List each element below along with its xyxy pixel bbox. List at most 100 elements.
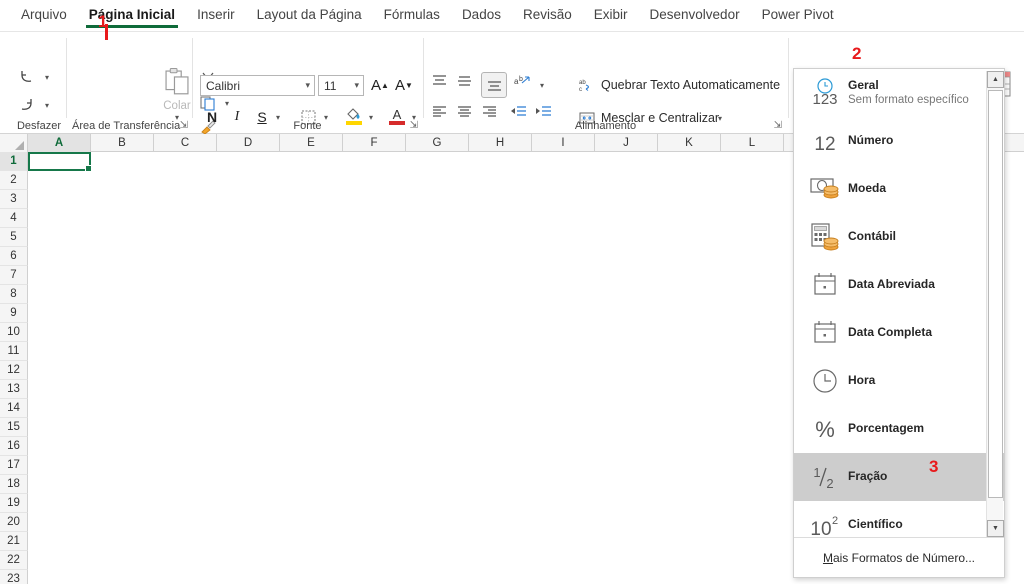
column-header-E[interactable]: E [280,134,343,152]
row-header-7[interactable]: 7 [0,266,28,285]
wrap-text-button[interactable]: ab c Quebrar Texto Automaticamente [575,74,784,96]
number-format-dropdown: 123 Geral Sem formato específico 12 Núme… [793,68,1005,578]
column-header-H[interactable]: H [469,134,532,152]
orientation-dropdown-button[interactable]: ▾ [536,76,548,94]
dropdown-item-title: Fração [848,469,888,484]
decrease-font-size-button[interactable]: A ▼ [393,74,415,96]
dropdown-item-data-completa[interactable]: Data Completa [794,309,1004,357]
more-number-formats-button[interactable]: Mais Formatos de Número... [794,537,1004,577]
tab-pagina-inicial[interactable]: Página Inicial [78,3,186,28]
row-header-14[interactable]: 14 [0,399,28,418]
align-bottom-button[interactable] [481,72,507,98]
row-header-20[interactable]: 20 [0,513,28,532]
scrollbar-thumb[interactable] [988,90,1003,498]
select-all-corner[interactable] [0,134,28,152]
row-header-16[interactable]: 16 [0,437,28,456]
redo-button[interactable] [14,94,40,116]
column-header-K[interactable]: K [658,134,721,152]
row-header-11[interactable]: 11 [0,342,28,361]
selected-cell-a1[interactable] [28,152,92,172]
more-formats-accel: M [822,550,833,565]
scroll-up-arrow-icon[interactable]: ▲ [987,71,1004,88]
dropdown-item-hora[interactable]: Hora [794,357,1004,405]
clipboard-dialog-launcher[interactable]: ⇲ [180,120,188,131]
number-format-list: 123 Geral Sem formato específico 12 Núme… [794,69,1004,539]
column-header-B[interactable]: B [91,134,154,152]
dropdown-item-data-abreviada[interactable]: Data Abreviada [794,261,1004,309]
column-header-D[interactable]: D [217,134,280,152]
row-header-21[interactable]: 21 [0,532,28,551]
row-header-18[interactable]: 18 [0,475,28,494]
redo-arrow-icon [21,99,32,110]
row-header-13[interactable]: 13 [0,380,28,399]
tab-layout-da-pagina[interactable]: Layout da Página [246,3,373,28]
tab-dados[interactable]: Dados [451,3,512,28]
svg-text:12: 12 [814,134,835,155]
ribbon-group-fonte: Calibri ▾ 11 ▾ A ▲ A ▼ N I S ▾ ▾ ▾ A ▾ F… [192,32,423,134]
scroll-down-arrow-icon[interactable]: ▼ [987,520,1004,537]
font-size-combo[interactable]: 11 ▾ [318,75,364,96]
redo-dropdown-button[interactable]: ▾ [41,96,53,114]
group-separator [788,38,789,118]
undo-arrow-icon [21,71,32,82]
align-top-button[interactable] [431,74,455,96]
tab-revisao[interactable]: Revisão [512,3,583,28]
row-header-17[interactable]: 17 [0,456,28,475]
row-header-9[interactable]: 9 [0,304,28,323]
row-header-5[interactable]: 5 [0,228,28,247]
row-header-1[interactable]: 1 [0,152,28,171]
chevron-down-icon: ▾ [539,80,544,90]
row-header-22[interactable]: 22 [0,551,28,570]
column-header-F[interactable]: F [343,134,406,152]
tab-arquivo[interactable]: Arquivo [10,3,78,28]
dropdown-item-porcentagem[interactable]: % Porcentagem [794,405,1004,453]
dropdown-item-geral[interactable]: 123 Geral Sem formato específico [794,69,1004,117]
text-orientation-button[interactable]: a b [513,74,537,96]
undo-dropdown-button[interactable]: ▾ [41,68,53,86]
fraction-icon: 1 2 [802,457,848,497]
alignment-dialog-launcher[interactable]: ⇲ [774,120,782,131]
dropdown-item-contabil[interactable]: Contábil [794,213,1004,261]
row-header-6[interactable]: 6 [0,247,28,266]
group-label-area-de-transferencia: Área de Transferência [72,120,181,132]
column-header-C[interactable]: C [154,134,217,152]
dropdown-scrollbar[interactable]: ▲ ▼ [986,71,1004,537]
font-size-value: 11 [324,78,337,93]
tab-exibir[interactable]: Exibir [583,3,639,28]
tab-formulas[interactable]: Fórmulas [373,3,451,28]
chevron-down-icon: ▾ [44,100,49,110]
dropdown-item-moeda[interactable]: Moeda [794,165,1004,213]
ribbon-tab-bar: Arquivo Página Inicial Inserir Layout da… [0,0,1024,32]
column-header-G[interactable]: G [406,134,469,152]
column-header-A[interactable]: A [28,134,91,152]
row-header-8[interactable]: 8 [0,285,28,304]
row-header-10[interactable]: 10 [0,323,28,342]
row-header-19[interactable]: 19 [0,494,28,513]
font-dialog-launcher[interactable]: ⇲ [410,120,418,131]
tab-inserir[interactable]: Inserir [186,3,246,28]
dropdown-item-title: Data Completa [848,325,933,340]
dropdown-item-title: Número [848,133,894,148]
dropdown-item-subtitle: Sem formato específico [848,94,969,107]
row-header-15[interactable]: 15 [0,418,28,437]
row-header-12[interactable]: 12 [0,361,28,380]
column-header-J[interactable]: J [595,134,658,152]
row-header-4[interactable]: 4 [0,209,28,228]
dropdown-item-fracao[interactable]: 1 2 Fração [794,453,1004,501]
font-family-combo[interactable]: Calibri ▾ [200,75,315,96]
row-header-23[interactable]: 23 [0,570,28,584]
column-header-L[interactable]: L [721,134,784,152]
row-header-2[interactable]: 2 [0,171,28,190]
align-middle-button[interactable] [456,74,480,96]
tab-power-pivot[interactable]: Power Pivot [751,3,845,28]
long-date-icon [802,313,848,353]
shrink-font-icon: A [395,76,406,94]
row-header-3[interactable]: 3 [0,190,28,209]
dropdown-item-cientifico[interactable]: 10 2 Científico [794,501,1004,539]
increase-font-size-button[interactable]: A ▲ [369,74,391,96]
undo-button[interactable] [14,66,40,88]
align-center-icon [458,106,471,117]
tab-desenvolvedor[interactable]: Desenvolvedor [639,3,751,28]
dropdown-item-numero[interactable]: 12 Número [794,117,1004,165]
column-header-I[interactable]: I [532,134,595,152]
